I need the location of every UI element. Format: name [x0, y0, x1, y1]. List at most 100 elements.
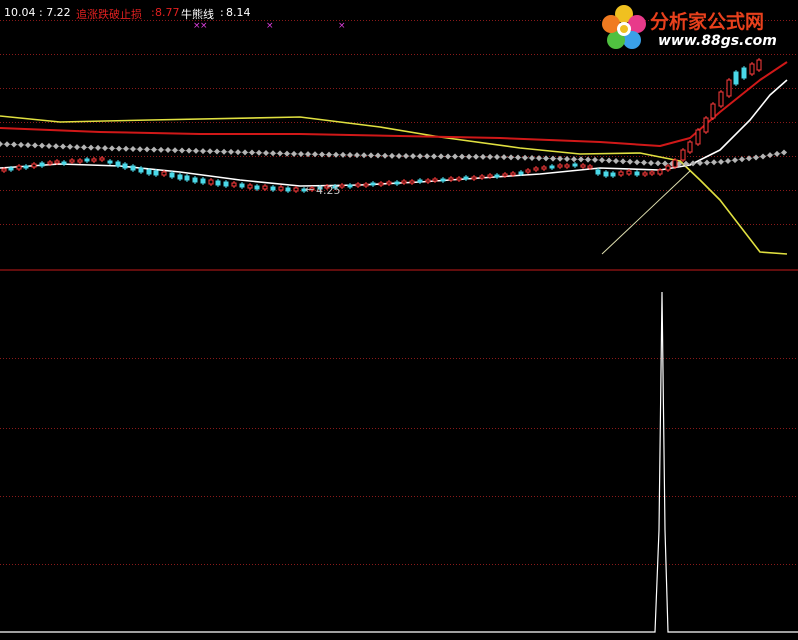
candle-body	[487, 174, 493, 178]
candle-body	[122, 163, 128, 169]
candle-body	[649, 171, 655, 175]
candle-body	[756, 59, 762, 71]
signal-marker: ×	[266, 21, 274, 31]
low-price-arrow: ←	[305, 183, 314, 196]
candle-body	[215, 180, 221, 186]
candle-body	[471, 176, 477, 180]
candle-body	[378, 182, 384, 186]
candle-body	[733, 71, 739, 85]
candle-body	[247, 184, 253, 189]
candle-body	[618, 171, 624, 176]
candle-body	[47, 161, 53, 165]
signal-marker: ×	[200, 21, 208, 31]
candle-body	[347, 184, 353, 188]
bull-bear-value: 8.14	[226, 6, 251, 19]
candle-body	[634, 171, 640, 176]
candle-body	[510, 172, 516, 176]
stop-loss-label: 追涨跌破止损	[76, 8, 142, 21]
candle-body	[494, 174, 500, 178]
candle-body	[680, 149, 686, 161]
candle-body	[749, 63, 755, 75]
candle-body	[138, 167, 144, 173]
logo-url: www.88gs.com	[658, 33, 777, 49]
candle-body	[525, 169, 531, 173]
candle-body	[580, 164, 586, 168]
candle-body	[595, 169, 601, 175]
site-logo: 分析家公式网 www.88gs.com	[598, 2, 796, 54]
candle-body	[642, 172, 648, 176]
candle-body	[603, 171, 609, 177]
candle-body	[270, 186, 276, 191]
candle-body	[533, 167, 539, 171]
candle-body	[8, 167, 14, 171]
candle-body	[192, 177, 198, 183]
chart-area: × × × × ← 4.25	[0, 0, 798, 640]
candle-body	[687, 141, 693, 153]
signal-marker: ×	[338, 21, 346, 31]
candle-body	[54, 160, 60, 164]
candle-body	[394, 181, 400, 185]
candle-body	[31, 163, 37, 168]
candle-body	[99, 157, 105, 161]
candle-body	[39, 162, 45, 167]
candle-body	[208, 179, 214, 185]
candle-body	[610, 172, 616, 177]
candle-body	[726, 79, 732, 97]
candle-body	[61, 161, 67, 165]
candle-body	[293, 187, 299, 192]
candle-body	[665, 165, 671, 171]
candle-body	[463, 176, 469, 180]
candle-body	[386, 181, 392, 185]
candle-body	[278, 186, 284, 191]
candle-body	[254, 185, 260, 190]
candle-body	[657, 169, 663, 175]
candle-body	[223, 181, 229, 187]
candle-body	[239, 183, 245, 188]
candle-body	[285, 187, 291, 192]
candle-body	[184, 175, 190, 181]
candle-body	[718, 91, 724, 107]
candle-body	[557, 164, 563, 168]
candle-body	[200, 178, 206, 184]
bull-bear-label: 牛熊线	[181, 8, 214, 21]
candle-body	[409, 180, 415, 184]
candle-body	[518, 171, 524, 175]
candle-body	[440, 178, 446, 182]
candle-body	[479, 175, 485, 179]
candle-body	[77, 159, 83, 163]
flower-logo-icon	[602, 5, 646, 49]
candle-body	[549, 165, 555, 169]
candle-body	[401, 180, 407, 184]
candle-body	[23, 165, 29, 169]
candle-body	[161, 171, 167, 176]
candle-body	[564, 164, 570, 168]
candle-body	[363, 183, 369, 187]
stop-loss-value: 8.77	[155, 6, 180, 19]
candle-body	[91, 158, 97, 162]
candle-body	[417, 179, 423, 183]
candle-body	[84, 158, 90, 162]
candle-body	[370, 182, 376, 186]
candle-body	[587, 165, 593, 169]
candle-body	[69, 159, 75, 163]
candle-body	[146, 169, 152, 175]
candle-body	[456, 177, 462, 181]
candle-body	[177, 174, 183, 180]
candle-body	[695, 129, 701, 145]
candle-body	[710, 103, 716, 119]
candle-body	[231, 182, 237, 187]
candle-body	[339, 184, 345, 188]
candle-body	[355, 183, 361, 187]
bull-bear-separator: :	[220, 6, 224, 19]
candle-body	[572, 163, 578, 167]
candle-body	[262, 185, 268, 190]
candle-body	[169, 172, 175, 178]
candle-body	[115, 161, 121, 167]
chart-background	[0, 0, 798, 640]
candle-body	[502, 173, 508, 177]
candle-body	[672, 159, 678, 168]
candle-body	[107, 160, 113, 164]
candle-body	[741, 67, 747, 79]
candle-body	[16, 165, 22, 170]
candle-body	[153, 170, 159, 176]
